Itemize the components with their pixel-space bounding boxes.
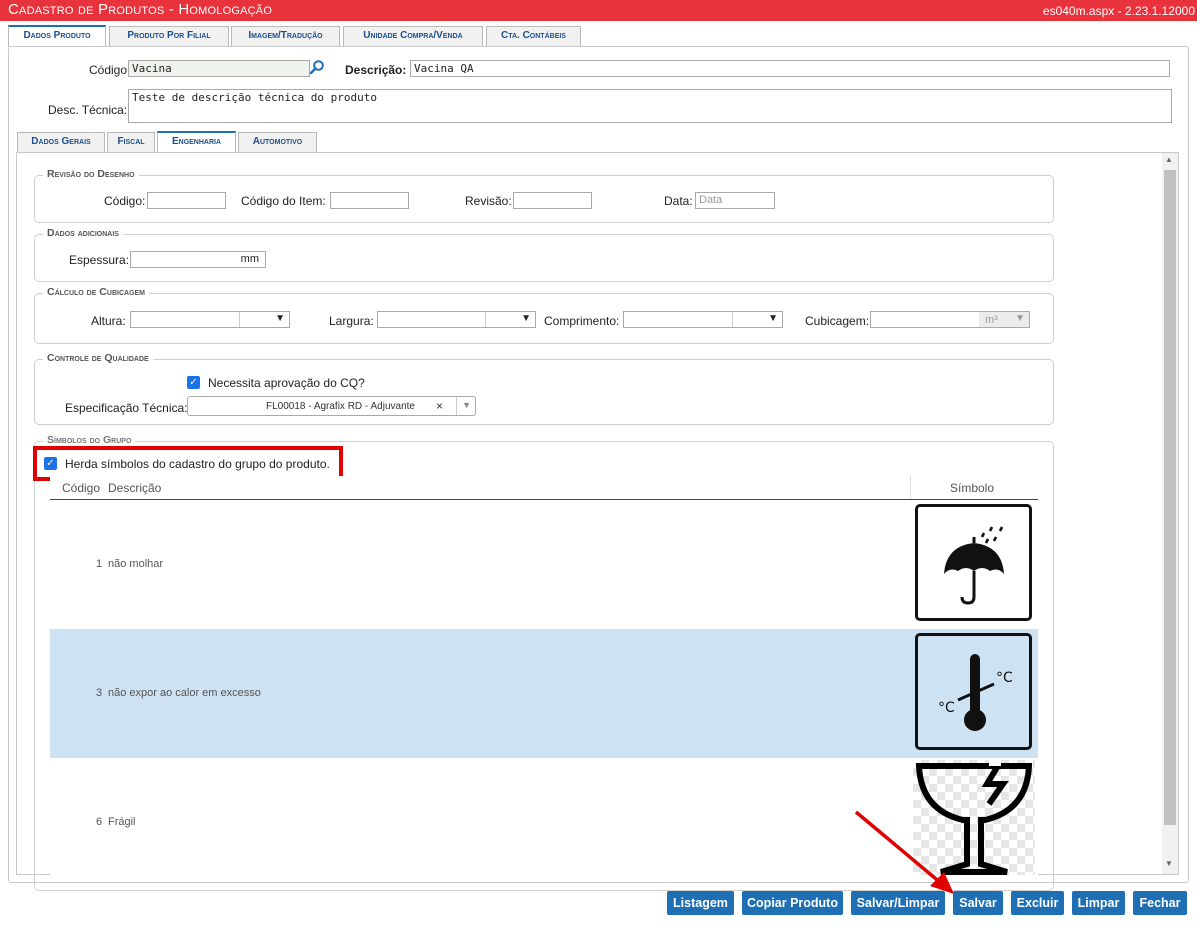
adicionais-legend: Dados adicionais [43,227,123,239]
row-descricao: não expor ao calor em excesso [108,687,261,699]
tab-unidade-compra-venda[interactable]: Unidade Compra/Venda [343,26,483,46]
qualidade-legend: Controle de Qualidade [43,352,153,364]
espec-value: FL00018 - Agrafix RD - Adjuvante [266,401,415,412]
codigo-input[interactable]: Vacina [128,60,310,77]
revisao-input[interactable] [513,192,592,209]
chevron-down-icon[interactable]: ▼ [275,313,285,324]
desc-tecnica-label: Desc. Técnica: [48,103,128,117]
espec-select[interactable]: FL00018 - Agrafix RD - Adjuvante × ▼ [187,396,476,416]
tab-dados-produto[interactable]: Dados Produto [8,25,106,47]
chevron-down-icon[interactable]: ▼ [768,313,778,324]
row-descricao: Frágil [108,816,136,828]
salvar-limpar-button[interactable]: Salvar/Limpar [851,891,945,915]
fechar-button[interactable]: Fechar [1133,891,1187,915]
herda-label: Herda símbolos do cadastro do grupo do p… [65,457,330,471]
desc-tecnica-textarea[interactable]: Teste de descrição técnica do produto [128,89,1172,123]
salvar-button[interactable]: Salvar [953,891,1003,915]
largura-input[interactable]: ▼ [377,311,536,328]
comprimento-input[interactable]: ▼ [623,311,783,328]
row-codigo: 6 [96,816,103,828]
scroll-down-icon[interactable]: ▼ [1165,859,1173,868]
tab-dados-gerais[interactable]: Dados Gerais [17,132,105,152]
svg-text:°C: °C [938,700,955,716]
table-row[interactable]: 1 não molhar [50,500,1038,629]
chevron-down-icon[interactable]: ▼ [521,313,531,324]
scrollbar-thumb[interactable] [1164,170,1176,825]
excluir-button[interactable]: Excluir [1011,891,1064,915]
simbolos-legend: Símbolos do Grupo [43,434,136,446]
cubicagem-input[interactable]: m³ ▼ [870,311,1030,328]
tab-produto-por-filial[interactable]: Produto Por Filial [109,26,229,46]
revisao-codigo-input[interactable] [147,192,226,209]
row-descricao: não molhar [108,558,164,570]
cubicagem-label: Cubicagem: [805,314,870,328]
tab-imagem-traducao[interactable]: Imagem/Tradução [231,26,340,46]
page-title: Cadastro de Produtos - Homologação [8,1,273,18]
listagem-button[interactable]: Listagem [667,891,734,915]
cq-checkbox[interactable]: ✓ [187,376,200,389]
title-bar: Cadastro de Produtos - Homologação es040… [0,0,1197,21]
cubicagem-legend: Cálculo de Cubicagem [43,286,149,298]
descricao-label: Descrição: [345,63,407,77]
altura-input[interactable]: ▼ [130,311,290,328]
comprimento-label: Comprimento: [544,314,620,328]
row-codigo: 1 [96,558,103,570]
tab-fiscal[interactable]: Fiscal [107,132,155,152]
scroll-up-icon[interactable]: ▲ [1165,155,1173,164]
copiar-produto-button[interactable]: Copiar Produto [742,891,843,915]
tab-automotivo[interactable]: Automotivo [238,132,317,152]
keep-dry-umbrella-icon [915,504,1032,621]
espec-label: Especificação Técnica: [65,401,188,415]
revisao-legend: Revisão do Desenho [43,168,139,180]
col-simbolo[interactable]: Símbolo [950,481,994,495]
version-label: es040m.aspx - 2.23.1.12000 [1042,4,1195,18]
cubicagem-unit: m³ [985,314,998,326]
arrow-annotation-icon [854,810,954,894]
thermometer-icon: °C °C [915,633,1032,750]
chevron-down-icon[interactable]: ▼ [462,400,471,410]
descricao-input[interactable]: Vacina QA [410,60,1170,77]
scrollbar[interactable]: ▲ ▼ [1162,153,1178,874]
col-descricao[interactable]: Descrição [108,481,161,495]
codigo-item-label: Código do Item: [241,194,326,208]
altura-label: Altura: [91,314,126,328]
grid-header: Código Descrição Símbolo [50,476,1038,500]
clear-icon[interactable]: × [436,399,443,413]
svg-text:°C: °C [996,670,1013,686]
chevron-down-icon[interactable]: ▼ [1015,313,1025,324]
data-input[interactable]: Data [695,192,775,209]
codigo-label: Código [89,63,128,77]
revisao-label: Revisão: [465,194,512,208]
herda-checkbox[interactable]: ✓ [44,457,57,470]
search-icon[interactable] [309,59,325,78]
col-codigo[interactable]: Código [62,481,100,495]
cq-label: Necessita aprovação do CQ? [208,376,365,390]
limpar-button[interactable]: Limpar [1072,891,1125,915]
table-row[interactable]: 3 não expor ao calor em excesso [50,629,1038,758]
row-codigo: 3 [96,687,103,699]
tab-cta-contabeis[interactable]: Cta. Contábeis [486,26,581,46]
data-label: Data: [664,194,693,208]
espessura-unit: mm [240,253,259,265]
espessura-input[interactable]: mm [130,251,266,268]
tab-engenharia[interactable]: Engenharia [157,131,236,153]
codigo-item-input[interactable] [330,192,409,209]
revisao-codigo-label: Código: [104,194,146,208]
espessura-label: Espessura: [69,253,130,267]
largura-label: Largura: [329,314,374,328]
